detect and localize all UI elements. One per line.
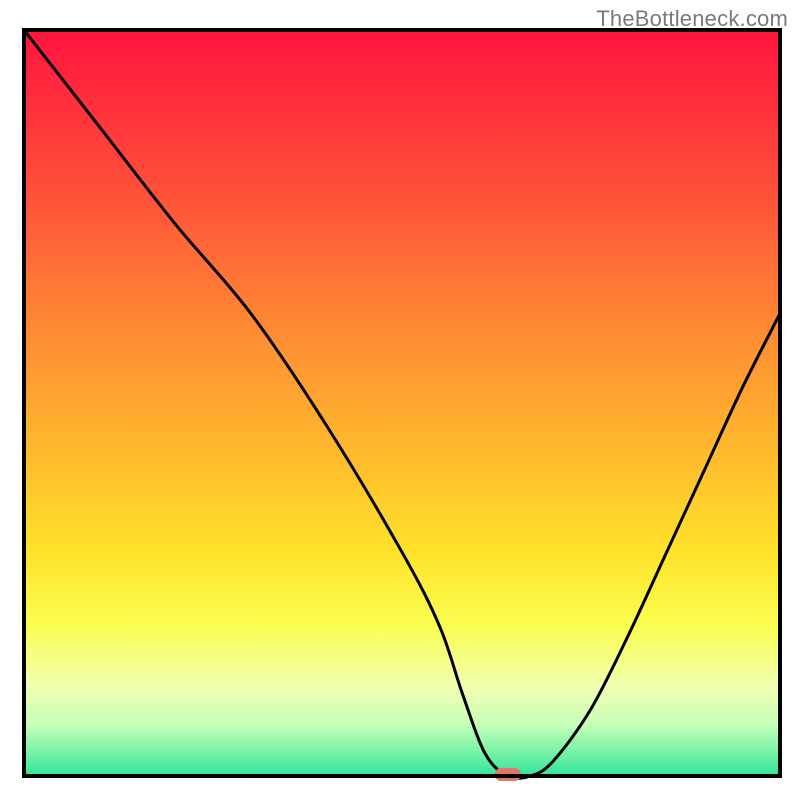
bottleneck-chart: TheBottleneck.com xyxy=(0,0,800,800)
plot-background xyxy=(24,30,780,776)
watermark-text: TheBottleneck.com xyxy=(596,6,788,32)
chart-svg xyxy=(0,0,800,800)
